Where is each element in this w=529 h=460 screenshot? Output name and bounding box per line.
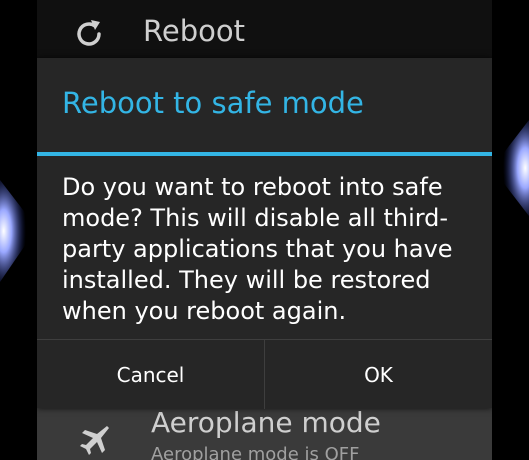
wallpaper-glow-left [0, 180, 37, 282]
dialog-message-line: when you reboot again. [62, 297, 347, 325]
airplane-icon [80, 426, 109, 455]
ok-button[interactable]: OK [265, 340, 492, 409]
airplane-mode-label: Aeroplane mode [151, 406, 381, 439]
refresh-icon [77, 20, 101, 46]
dialog-title: Reboot to safe mode [62, 86, 364, 120]
dialog-message-line: installed. They will be restored [62, 266, 431, 294]
power-menu-item-airplane-mode[interactable]: Aeroplane mode Aeroplane mode is OFF [37, 402, 492, 460]
dialog-message-line: mode? This will disable all third- [62, 204, 449, 232]
airplane-mode-status: Aeroplane mode is OFF [151, 444, 360, 460]
dialog-message: Do you want to reboot into safe mode? Th… [62, 172, 472, 327]
safe-mode-dialog: Reboot to safe mode Do you want to reboo… [37, 58, 492, 409]
dialog-button-bar: Cancel OK [37, 339, 492, 409]
dialog-message-line: Do you want to reboot into safe [62, 173, 443, 201]
screen: Reboot Aeroplane mode Aeroplane mode is … [0, 0, 529, 460]
dialog-message-line: party applications that you have [62, 235, 453, 263]
cancel-button[interactable]: Cancel [37, 340, 264, 409]
wallpaper-glow-right [492, 120, 529, 216]
reboot-label: Reboot [143, 14, 245, 48]
dialog-title-divider [37, 152, 492, 156]
